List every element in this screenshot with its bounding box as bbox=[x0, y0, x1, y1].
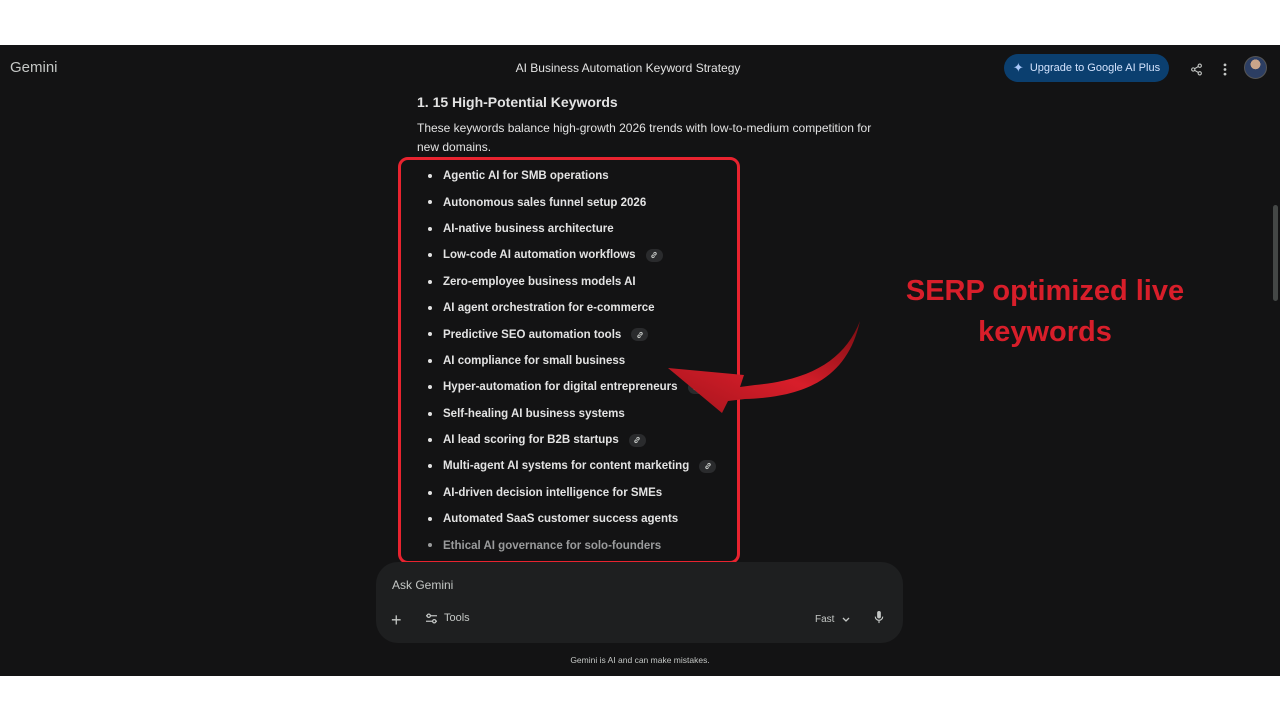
share-icon[interactable] bbox=[1186, 59, 1206, 79]
sparkle-icon: ✦ bbox=[1012, 60, 1024, 75]
annotation-line-2: keywords bbox=[978, 316, 1112, 348]
scrollbar[interactable] bbox=[1273, 205, 1278, 301]
mic-icon[interactable] bbox=[874, 611, 884, 629]
plus-icon[interactable]: + bbox=[391, 611, 402, 629]
prompt-input[interactable]: Ask Gemini bbox=[392, 578, 453, 592]
curved-arrow-icon bbox=[668, 321, 860, 413]
upgrade-button[interactable]: ✦ Upgrade to Google AI Plus bbox=[1004, 54, 1169, 82]
mode-selector[interactable]: Fast bbox=[815, 614, 850, 625]
tune-icon bbox=[426, 613, 437, 623]
more-vert-icon[interactable] bbox=[1215, 59, 1235, 79]
disclaimer: Gemini is AI and can make mistakes. bbox=[570, 655, 710, 665]
annotation-text: SERP optimized live keywords bbox=[880, 271, 1210, 353]
tools-button[interactable]: Tools bbox=[425, 612, 470, 624]
annotation-line-1: SERP optimized live bbox=[905, 275, 1185, 307]
section-intro: These keywords balance high-growth 2026 … bbox=[417, 121, 872, 154]
chevron-down-icon bbox=[842, 617, 850, 622]
tools-label: Tools bbox=[444, 612, 470, 624]
mode-label: Fast bbox=[815, 614, 835, 625]
avatar[interactable] bbox=[1244, 56, 1267, 79]
prompt-composer[interactable]: Ask Gemini + Tools Fast bbox=[376, 562, 903, 643]
section-heading: 1. 15 High-Potential Keywords bbox=[417, 94, 618, 110]
gemini-app: Gemini AI Business Automation Keyword St… bbox=[0, 45, 1280, 676]
upgrade-label: Upgrade to Google AI Plus bbox=[1029, 62, 1161, 74]
response-content: 1. 15 High-Potential Keywords These keyw… bbox=[417, 94, 887, 157]
